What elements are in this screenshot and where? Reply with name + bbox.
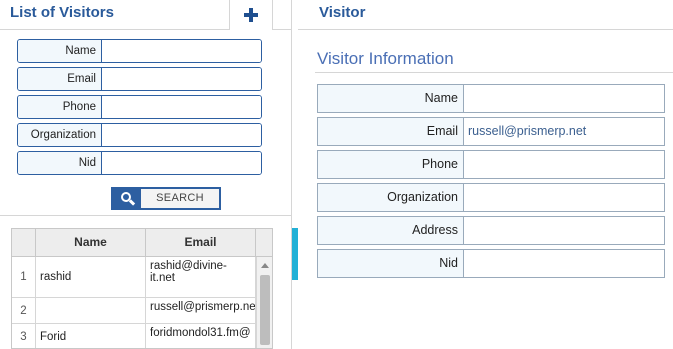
search-email-row: Email xyxy=(17,67,262,91)
table-row[interactable]: 3 Forid foridmondol31.fm@ xyxy=(12,324,272,348)
scrollbar-thumb[interactable] xyxy=(260,275,270,345)
info-nid-field[interactable] xyxy=(464,250,664,277)
search-phone-label: Phone xyxy=(18,96,102,118)
info-nid-label: Nid xyxy=(318,250,464,277)
visitor-list-panel: List of Visitors Name Email Phone Organi… xyxy=(0,0,292,349)
grid-body: 1 rashid rashid@divine-it.net 2 russell@… xyxy=(12,257,272,348)
section-divider xyxy=(315,72,673,73)
search-phone-row: Phone xyxy=(17,95,262,119)
visitor-list-header: List of Visitors xyxy=(0,0,291,30)
plus-icon xyxy=(244,8,258,22)
info-address-field[interactable] xyxy=(464,217,664,244)
info-name-label: Name xyxy=(318,85,464,112)
row-index: 1 xyxy=(12,257,36,297)
visitor-search-form: Name Email Phone Organization Nid xyxy=(17,39,262,179)
search-button[interactable]: SEARCH xyxy=(111,187,221,210)
visitor-detail-header: Visitor xyxy=(298,0,673,30)
info-email-row: Email russell@prismerp.net xyxy=(317,117,665,146)
search-name-row: Name xyxy=(17,39,262,63)
info-address-label: Address xyxy=(318,217,464,244)
info-email-label: Email xyxy=(318,118,464,145)
info-phone-row: Phone xyxy=(317,150,665,179)
search-email-input[interactable] xyxy=(102,68,261,90)
add-visitor-button[interactable] xyxy=(229,0,273,30)
visitor-info-form: Name Email russell@prismerp.net Phone Or… xyxy=(317,84,665,282)
grid-header-email[interactable]: Email xyxy=(146,229,256,256)
search-name-input[interactable] xyxy=(102,40,261,62)
info-phone-label: Phone xyxy=(318,151,464,178)
visitor-detail-panel: Visitor Visitor Information Name Email r… xyxy=(298,0,673,349)
row-name[interactable]: rashid xyxy=(36,257,146,297)
search-organization-input[interactable] xyxy=(102,124,261,146)
search-icon xyxy=(113,189,141,208)
row-email[interactable]: russell@prismerp.ne xyxy=(146,298,256,323)
visitor-detail-title: Visitor xyxy=(319,4,366,21)
table-row[interactable]: 2 russell@prismerp.ne xyxy=(12,298,272,324)
info-address-row: Address xyxy=(317,216,665,245)
grid-header-name[interactable]: Name xyxy=(36,229,146,256)
info-organization-label: Organization xyxy=(318,184,464,211)
grid-scrollbar[interactable] xyxy=(256,257,272,348)
grid-header: Name Email xyxy=(12,229,272,257)
info-name-row: Name xyxy=(317,84,665,113)
search-nid-input[interactable] xyxy=(102,152,261,174)
info-phone-field[interactable] xyxy=(464,151,664,178)
table-row[interactable]: 1 rashid rashid@divine-it.net xyxy=(12,257,272,298)
divider xyxy=(0,215,291,216)
section-title: Visitor Information xyxy=(317,49,454,68)
row-index: 2 xyxy=(12,298,36,323)
search-nid-row: Nid xyxy=(17,151,262,175)
grid-header-spacer xyxy=(256,229,272,256)
grid-header-index xyxy=(12,229,36,256)
row-index: 3 xyxy=(12,324,36,348)
info-organization-field[interactable] xyxy=(464,184,664,211)
info-organization-row: Organization xyxy=(317,183,665,212)
info-email-field[interactable]: russell@prismerp.net xyxy=(464,118,664,145)
visitor-list-title: List of Visitors xyxy=(10,4,114,21)
search-email-label: Email xyxy=(18,68,102,90)
row-email[interactable]: rashid@divine-it.net xyxy=(146,257,256,297)
search-button-label: SEARCH xyxy=(156,192,204,204)
search-nid-label: Nid xyxy=(18,152,102,174)
row-email[interactable]: foridmondol31.fm@ xyxy=(146,324,256,348)
search-organization-row: Organization xyxy=(17,123,262,147)
search-name-label: Name xyxy=(18,40,102,62)
scroll-up-icon[interactable] xyxy=(261,263,269,268)
search-phone-input[interactable] xyxy=(102,96,261,118)
info-name-field[interactable] xyxy=(464,85,664,112)
row-name[interactable] xyxy=(36,298,146,323)
search-organization-label: Organization xyxy=(18,124,102,146)
row-name[interactable]: Forid xyxy=(36,324,146,348)
info-nid-row: Nid xyxy=(317,249,665,278)
visitor-grid: Name Email 1 rashid rashid@divine-it.net… xyxy=(11,228,273,349)
